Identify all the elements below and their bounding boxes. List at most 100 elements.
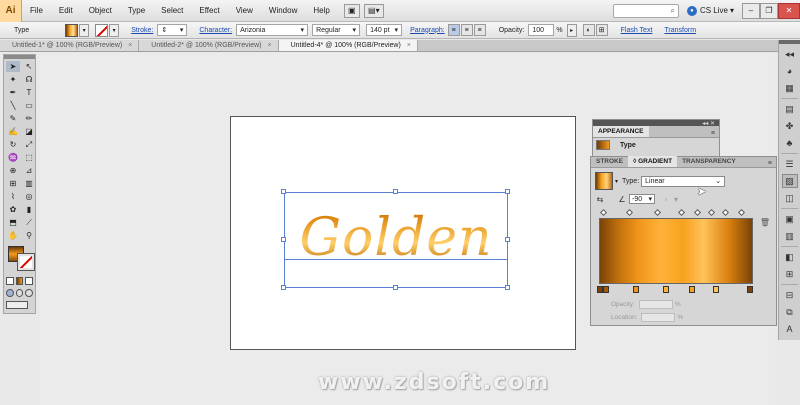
- resize-handle-bottom[interactable]: [393, 285, 398, 290]
- appearance-panel-icon[interactable]: ▣: [782, 212, 798, 226]
- menu-effect[interactable]: Effect: [191, 0, 227, 22]
- selection-tool-icon[interactable]: ➤: [6, 61, 20, 72]
- chevron-down-icon[interactable]: ▾: [615, 178, 618, 185]
- color-mode-icon[interactable]: [6, 277, 14, 285]
- gradient-type-select[interactable]: Linear ⌄: [641, 175, 726, 187]
- lasso-tool-icon[interactable]: ☊: [22, 74, 36, 85]
- slice-tool-icon[interactable]: ⟋: [22, 217, 36, 228]
- font-family-select[interactable]: Arizonia ▾: [236, 24, 309, 36]
- flash-text-link[interactable]: Flash Text: [621, 27, 653, 34]
- magic-wand-tool-icon[interactable]: ✦: [6, 74, 20, 85]
- fill-swatch[interactable]: [65, 23, 79, 37]
- expand-panels-icon[interactable]: ◂◂: [782, 47, 798, 61]
- tab-appearance[interactable]: APPEARANCE: [593, 126, 649, 137]
- menu-view[interactable]: View: [228, 0, 261, 22]
- warp-tool-icon[interactable]: ♒: [6, 152, 20, 163]
- color-stop[interactable]: [747, 286, 753, 293]
- tab-close-icon[interactable]: ×: [128, 42, 132, 49]
- font-size-input[interactable]: 140 pt ▾: [366, 24, 403, 36]
- type-tool-icon[interactable]: T: [22, 87, 36, 98]
- resize-handle-top-left[interactable]: [281, 189, 286, 194]
- resize-handle-top-right[interactable]: [505, 189, 510, 194]
- color-stop[interactable]: [633, 286, 639, 293]
- blend-tool-icon[interactable]: ◎: [22, 191, 36, 202]
- screen-mode-icon[interactable]: [6, 301, 28, 309]
- align-center-icon[interactable]: ≡: [460, 24, 473, 36]
- tab-gradient[interactable]: ◊ GRADIENT: [628, 156, 678, 167]
- paintbrush-tool-icon[interactable]: ✎: [6, 113, 20, 124]
- menu-window[interactable]: Window: [261, 0, 305, 22]
- panel-menu-icon[interactable]: ≡: [768, 160, 776, 167]
- menu-select[interactable]: Select: [153, 0, 191, 22]
- midpoint-marker[interactable]: [737, 208, 746, 217]
- stroke-swatch[interactable]: [95, 23, 109, 37]
- layers-panel-icon[interactable]: ◧: [782, 250, 798, 264]
- gradient-slider[interactable]: 🗑: [595, 208, 772, 298]
- resize-handle-top[interactable]: [393, 189, 398, 194]
- draw-behind-icon[interactable]: [15, 289, 24, 297]
- arrange-documents-button[interactable]: ▤▾: [363, 3, 384, 18]
- menu-file[interactable]: File: [22, 0, 51, 22]
- scale-tool-icon[interactable]: ⤢: [22, 139, 36, 150]
- close-button[interactable]: ✕: [778, 2, 800, 19]
- graphic-styles-panel-icon[interactable]: ▥: [782, 229, 798, 243]
- restore-button[interactable]: ❐: [760, 2, 778, 19]
- fill-dropdown[interactable]: ▾: [79, 23, 90, 37]
- opacity-dropdown[interactable]: ▸: [566, 23, 577, 37]
- rotate-tool-icon[interactable]: ↻: [6, 139, 20, 150]
- symbol-sprayer-tool-icon[interactable]: ✿: [6, 204, 20, 215]
- stroke-link[interactable]: Stroke:: [131, 27, 153, 34]
- stroke-panel-icon[interactable]: ☰: [782, 157, 798, 171]
- midpoint-marker[interactable]: [693, 208, 702, 217]
- zoom-tool-icon[interactable]: ⚲: [22, 230, 36, 241]
- free-transform-tool-icon[interactable]: ⬚: [22, 152, 36, 163]
- pen-tool-icon[interactable]: ✒: [6, 87, 20, 98]
- midpoint-marker[interactable]: [625, 208, 634, 217]
- artboards-panel-icon[interactable]: ⊞: [782, 267, 798, 281]
- draw-inside-icon[interactable]: [25, 289, 34, 297]
- gradient-tool-icon[interactable]: ▥: [22, 178, 36, 189]
- tab-stroke[interactable]: STROKE: [591, 156, 628, 167]
- align-left-icon[interactable]: ≡: [447, 24, 460, 36]
- pathfinder-panel-icon[interactable]: ⧉: [782, 305, 798, 319]
- swatches-panel-icon[interactable]: ▤: [782, 102, 798, 116]
- symbols-panel-icon[interactable]: ♣: [782, 136, 798, 150]
- panel-menu-icon[interactable]: ≡: [711, 130, 719, 137]
- midpoint-marker[interactable]: [653, 208, 662, 217]
- color-panel-icon[interactable]: ◕: [782, 64, 798, 78]
- menu-object[interactable]: Object: [81, 0, 120, 22]
- brushes-panel-icon[interactable]: ✤: [782, 119, 798, 133]
- resize-handle-bottom-left[interactable]: [281, 285, 286, 290]
- stroke-dropdown[interactable]: ▾: [109, 23, 120, 37]
- resize-handle-right[interactable]: [505, 237, 510, 242]
- column-graph-tool-icon[interactable]: ▮: [22, 204, 36, 215]
- font-style-select[interactable]: Regular ▾: [312, 24, 361, 36]
- tab-untitled-2[interactable]: Untitled-2* @ 100% (RGB/Preview) ×: [139, 40, 279, 51]
- mesh-tool-icon[interactable]: ⊞: [6, 178, 20, 189]
- stop-location-input[interactable]: [641, 313, 676, 322]
- eyedropper-tool-icon[interactable]: ⌇: [6, 191, 20, 202]
- midpoint-marker[interactable]: [721, 208, 730, 217]
- gradient-panel-icon[interactable]: ▨: [781, 174, 798, 188]
- midpoint-marker[interactable]: [707, 208, 716, 217]
- gradient-ramp[interactable]: [599, 218, 753, 284]
- character-link[interactable]: Character:: [199, 27, 232, 34]
- help-search-input[interactable]: ⌕: [612, 3, 679, 18]
- align-panel-icon[interactable]: ⊟: [782, 288, 798, 302]
- transform-link[interactable]: Transform: [664, 27, 696, 34]
- delete-stop-icon[interactable]: 🗑: [760, 218, 770, 227]
- transparency-panel-icon[interactable]: ◫: [782, 191, 798, 205]
- reverse-gradient-icon[interactable]: ⇆: [595, 194, 605, 204]
- line-tool-icon[interactable]: ╲: [6, 100, 20, 111]
- tab-untitled-4[interactable]: Untitled-4* @ 100% (RGB/Preview) ×: [278, 40, 418, 51]
- resize-handle-bottom-right[interactable]: [505, 285, 510, 290]
- hand-tool-icon[interactable]: ✋: [6, 230, 20, 241]
- character-panel-icon[interactable]: A: [782, 322, 798, 336]
- tab-untitled-1[interactable]: Untitled-1* @ 100% (RGB/Preview) ×: [0, 40, 140, 51]
- paragraph-link[interactable]: Paragraph:: [410, 27, 445, 34]
- direct-selection-tool-icon[interactable]: ↖: [22, 61, 36, 72]
- align-right-icon[interactable]: ≡: [473, 24, 486, 36]
- bridge-button[interactable]: ▣: [343, 3, 360, 18]
- stop-opacity-input[interactable]: [638, 300, 673, 309]
- menu-help[interactable]: Help: [305, 0, 337, 22]
